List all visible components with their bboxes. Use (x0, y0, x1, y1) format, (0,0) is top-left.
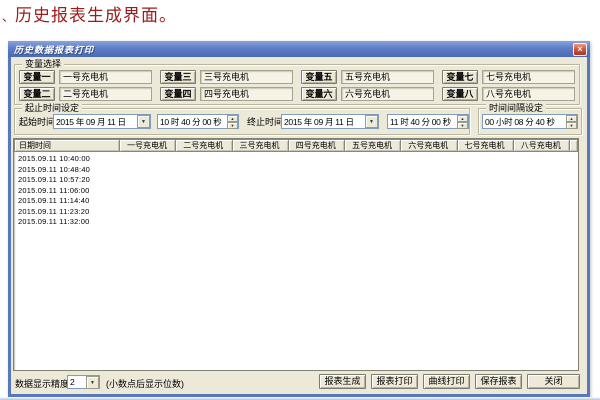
table-row[interactable]: 2015.09.11 11:23:20 (18, 207, 578, 218)
spin-down-icon[interactable]: ▼ (566, 122, 577, 129)
end-date-value: 2015 年 09 月 11 日 (282, 116, 365, 128)
report-print-dialog: 历史数据报表打印 × 变量选择 变量一 一号充电机 变量二 二号充电机 变量三 … (8, 41, 590, 397)
chevron-down-icon[interactable]: ▼ (137, 115, 150, 128)
report-data-table[interactable]: 日期时间 一号充电机 二号充电机 三号充电机 四号充电机 五号充电机 六号充电机… (13, 138, 579, 371)
variable-6-field[interactable]: 六号充电机 (341, 87, 434, 101)
column-header-charger-5[interactable]: 五号充电机 (345, 139, 401, 152)
start-date-select[interactable]: 2015 年 09 月 11 日 ▼ (53, 114, 151, 129)
variable-3-button[interactable]: 变量三 (160, 70, 196, 84)
variable-4-field[interactable]: 四号充电机 (200, 87, 293, 101)
chevron-down-icon[interactable]: ▼ (365, 115, 378, 128)
action-buttons: 报表生成 报表打印 曲线打印 保存报表 关闭 (319, 374, 580, 389)
page-heading: 、历史报表生成界面。 (2, 1, 177, 26)
variable-7-button[interactable]: 变量七 (442, 70, 478, 84)
start-date-value: 2015 年 09 月 11 日 (54, 116, 137, 128)
column-header-charger-7[interactable]: 七号充电机 (458, 139, 514, 152)
interval-spinner[interactable]: 00 小时 08 分 40 秒 ▲ ▼ (482, 114, 578, 129)
footer-bar: 数据显示精度 2 ▼ (小数点后显示位数) 报表生成 报表打印 曲线打印 保存报… (11, 374, 587, 390)
titlebar[interactable]: 历史数据报表打印 × (8, 41, 590, 57)
precision-value: 2 (68, 377, 86, 387)
spin-up-icon[interactable]: ▲ (227, 115, 238, 122)
precision-label: 数据显示精度 (15, 377, 69, 390)
column-header-charger-2[interactable]: 二号充电机 (176, 139, 232, 152)
variable-cell-4: 变量四 四号充电机 (160, 87, 293, 101)
variable-1-field[interactable]: 一号充电机 (59, 70, 152, 84)
heading-prefix: 、 (2, 10, 15, 24)
variable-cell-1: 变量一 一号充电机 (19, 70, 152, 84)
precision-select[interactable]: 2 ▼ (67, 375, 100, 389)
table-row[interactable]: 2015.09.11 11:14:40 (18, 196, 578, 207)
window-title: 历史数据报表打印 (14, 43, 573, 56)
variable-selection-group: 变量选择 变量一 一号充电机 变量二 二号充电机 变量三 三号充电机 变量四 四… (14, 64, 580, 105)
interval-caption: 时间间隔设定 (486, 103, 546, 114)
column-header-datetime[interactable]: 日期时间 (14, 139, 120, 152)
save-report-button[interactable]: 保存报表 (475, 374, 522, 389)
end-time-value: 11 时 40 分 00 秒 (388, 116, 457, 128)
variable-cell-6: 变量六 六号充电机 (301, 87, 434, 101)
variable-2-field[interactable]: 二号充电机 (59, 87, 152, 101)
end-time-spinner[interactable]: 11 时 40 分 00 秒 ▲ ▼ (387, 114, 469, 129)
column-header-charger-1[interactable]: 一号充电机 (120, 139, 176, 152)
interval-group: 时间间隔设定 00 小时 08 分 40 秒 ▲ ▼ (478, 108, 582, 135)
start-time-spinner[interactable]: 10 时 40 分 00 秒 ▲ ▼ (157, 114, 239, 129)
column-header-filler (570, 139, 578, 152)
end-date-select[interactable]: 2015 年 09 月 11 日 ▼ (281, 114, 379, 129)
variable-4-button[interactable]: 变量四 (160, 87, 196, 101)
spin-down-icon[interactable]: ▼ (457, 122, 468, 129)
variable-5-field[interactable]: 五号充电机 (341, 70, 434, 84)
spin-up-icon[interactable]: ▲ (457, 115, 468, 122)
start-time-label: 起始时间 (19, 115, 53, 128)
variable-cell-5: 变量五 五号充电机 (301, 70, 434, 84)
variable-8-button[interactable]: 变量八 (442, 87, 478, 101)
close-button[interactable]: 关闭 (527, 374, 580, 389)
close-icon[interactable]: × (573, 43, 587, 56)
variable-2-button[interactable]: 变量二 (19, 87, 55, 101)
start-time-value: 10 时 40 分 00 秒 (158, 116, 227, 128)
time-range-row: 起始时间 2015 年 09 月 11 日 ▼ 10 时 40 分 00 秒 ▲… (19, 114, 469, 129)
table-row[interactable]: 2015.09.11 10:48:40 (18, 165, 578, 176)
table-row[interactable]: 2015.09.11 11:32:00 (18, 217, 578, 228)
interval-value: 00 小时 08 分 40 秒 (483, 116, 566, 128)
dialog-client-area: 变量选择 变量一 一号充电机 变量二 二号充电机 变量三 三号充电机 变量四 四… (11, 57, 587, 394)
variable-cell-8: 变量八 八号充电机 (442, 87, 575, 101)
variable-3-field[interactable]: 三号充电机 (200, 70, 293, 84)
end-time-label: 终止时间 (247, 115, 281, 128)
column-header-charger-3[interactable]: 三号充电机 (233, 139, 289, 152)
interval-row: 00 小时 08 分 40 秒 ▲ ▼ (482, 114, 578, 129)
table-row[interactable]: 2015.09.11 10:57:20 (18, 175, 578, 186)
spin-down-icon[interactable]: ▼ (227, 122, 238, 129)
chevron-down-icon[interactable]: ▼ (86, 376, 99, 389)
variable-cell-3: 变量三 三号充电机 (160, 70, 293, 84)
print-curve-button[interactable]: 曲线打印 (423, 374, 470, 389)
table-header: 日期时间 一号充电机 二号充电机 三号充电机 四号充电机 五号充电机 六号充电机… (14, 139, 578, 152)
variable-8-field[interactable]: 八号充电机 (482, 87, 575, 101)
variable-cell-7: 变量七 七号充电机 (442, 70, 575, 84)
variable-selection-caption: 变量选择 (22, 59, 64, 70)
variable-cell-2: 变量二 二号充电机 (19, 87, 152, 101)
print-report-button[interactable]: 报表打印 (371, 374, 418, 389)
table-row[interactable]: 2015.09.11 11:06:00 (18, 186, 578, 197)
variable-7-field[interactable]: 七号充电机 (482, 70, 575, 84)
variable-6-button[interactable]: 变量六 (301, 87, 337, 101)
spin-up-icon[interactable]: ▲ (566, 115, 577, 122)
time-range-group: 起止时间设定 起始时间 2015 年 09 月 11 日 ▼ 10 时 40 分… (14, 108, 470, 135)
precision-hint: (小数点后显示位数) (106, 377, 184, 390)
heading-text: 历史报表生成界面。 (15, 6, 177, 25)
table-row[interactable]: 2015.09.11 10:40:00 (18, 154, 578, 165)
variable-1-button[interactable]: 变量一 (19, 70, 55, 84)
table-body: 2015.09.11 10:40:00 2015.09.11 10:48:40 … (14, 152, 578, 228)
column-header-charger-8[interactable]: 八号充电机 (514, 139, 570, 152)
column-header-charger-4[interactable]: 四号充电机 (289, 139, 345, 152)
time-range-caption: 起止时间设定 (22, 103, 82, 114)
variable-5-button[interactable]: 变量五 (301, 70, 337, 84)
column-header-charger-6[interactable]: 六号充电机 (401, 139, 457, 152)
generate-report-button[interactable]: 报表生成 (319, 374, 366, 389)
variable-grid: 变量一 一号充电机 变量二 二号充电机 变量三 三号充电机 变量四 四号充电机 … (19, 70, 575, 101)
